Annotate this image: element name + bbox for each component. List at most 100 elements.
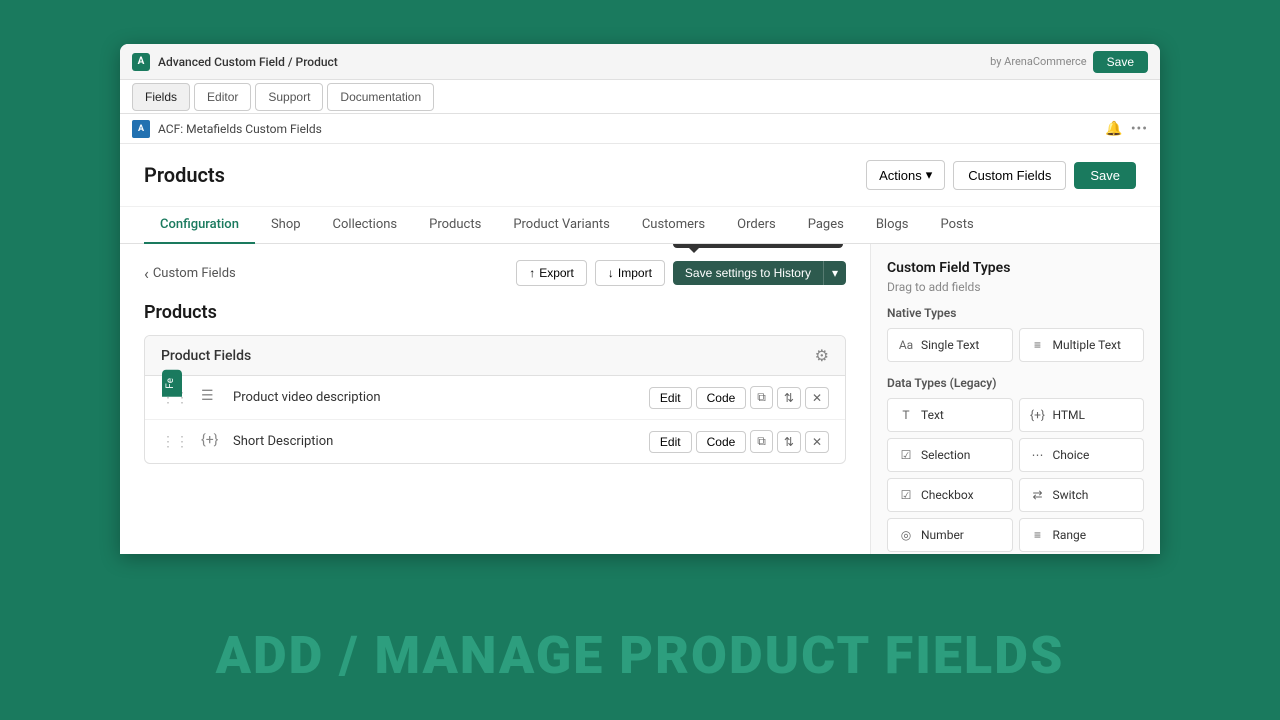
top-bar: A Advanced Custom Field / Product by Are… — [120, 44, 1160, 80]
text-label: Text — [921, 408, 944, 422]
tooltip-popup: ACF: Metafields Custom Fields — [673, 244, 843, 248]
sidebar-tab[interactable]: Fe — [162, 370, 182, 397]
fields-card: Product Fields ⚙ ⋮⋮ ☰ Product video desc… — [144, 335, 846, 464]
top-bar-right: by ArenaCommerce Save — [990, 51, 1148, 73]
field-copy-button-2[interactable]: ⧉ — [750, 430, 773, 453]
multiple-text-label: Multiple Text — [1053, 338, 1121, 352]
field-code-button[interactable]: Code — [696, 387, 747, 409]
field-delete-button-2[interactable]: ✕ — [805, 431, 829, 453]
section-title: Products — [144, 302, 846, 323]
field-code-button-2[interactable]: Code — [696, 431, 747, 453]
save-button-top[interactable]: Save — [1093, 51, 1148, 73]
number-icon: ◎ — [898, 527, 914, 543]
plugin-name: ACF: Metafields Custom Fields — [158, 122, 322, 136]
save-history-button[interactable]: Save settings to History — [673, 261, 823, 285]
save-history-dropdown[interactable]: ▾ — [823, 261, 846, 285]
custom-fields-button[interactable]: Custom Fields — [953, 161, 1066, 190]
left-panel: Custom Fields ↑ Export ↓ Import ACF: Met… — [120, 244, 870, 554]
field-move-button-2[interactable]: ⇅ — [777, 431, 801, 453]
more-options-icon[interactable]: ••• — [1131, 121, 1148, 137]
tab-fields[interactable]: Fields — [132, 83, 190, 111]
save-main-button[interactable]: Save — [1074, 162, 1136, 189]
tab-support[interactable]: Support — [255, 83, 323, 111]
switch-label: Switch — [1053, 488, 1089, 502]
html-label: HTML — [1053, 408, 1086, 422]
sub-tab-blogs[interactable]: Blogs — [860, 207, 925, 244]
nav-tabs-bar: Fields Editor Support Documentation — [120, 80, 1160, 114]
legacy-types-title: Data Types (Legacy) — [887, 376, 1144, 390]
type-range[interactable]: ≡ Range — [1019, 518, 1145, 552]
html-icon: {+} — [1030, 407, 1046, 423]
content-area: Custom Fields ↑ Export ↓ Import ACF: Met… — [120, 244, 1160, 554]
field-move-button[interactable]: ⇅ — [777, 387, 801, 409]
right-panel-subtitle: Drag to add fields — [887, 280, 1144, 294]
actions-button[interactable]: Actions ▾ — [866, 160, 945, 190]
native-types-grid: Aa Single Text ≡ Multiple Text — [887, 328, 1144, 362]
type-text[interactable]: T Text — [887, 398, 1013, 432]
sub-tab-orders[interactable]: Orders — [721, 207, 792, 244]
field-type-icon: ☰ — [201, 388, 221, 408]
plugin-bar: A ACF: Metafields Custom Fields 🔔 ••• — [120, 114, 1160, 144]
right-panel-title: Custom Field Types — [887, 260, 1144, 276]
field-actions: Edit Code ⧉ ⇅ ✕ — [649, 386, 829, 409]
single-text-label: Single Text — [921, 338, 979, 352]
multiple-text-icon: ≡ — [1030, 337, 1046, 353]
number-label: Number — [921, 528, 964, 542]
drag-handle-icon[interactable]: ⋮⋮ — [161, 434, 189, 450]
sub-tab-shop[interactable]: Shop — [255, 207, 317, 244]
type-choice[interactable]: ⋯ Choice — [1019, 438, 1145, 472]
type-single-text[interactable]: Aa Single Text — [887, 328, 1013, 362]
sub-tab-product-variants[interactable]: Product Variants — [497, 207, 626, 244]
header-actions: Actions ▾ Custom Fields Save — [866, 160, 1136, 190]
field-edit-button[interactable]: Edit — [649, 387, 692, 409]
type-number[interactable]: ◎ Number — [887, 518, 1013, 552]
switch-icon: ⇄ — [1030, 487, 1046, 503]
fields-card-title: Product Fields — [161, 348, 251, 364]
import-button[interactable]: ↓ Import — [595, 260, 665, 286]
choice-icon: ⋯ — [1030, 447, 1046, 463]
legacy-types-grid: T Text {+} HTML ☑ Selection ⋯ Choice ☑ — [887, 398, 1144, 552]
bottom-banner: ADD / MANAGE PRODUCT FIELDS — [0, 590, 1280, 720]
choice-label: Choice — [1053, 448, 1090, 462]
bell-icon[interactable]: 🔔 — [1105, 121, 1122, 137]
sub-tab-products[interactable]: Products — [413, 207, 497, 244]
field-delete-button[interactable]: ✕ — [805, 387, 829, 409]
field-row: ⋮⋮ ☰ Product video description Edit Code… — [145, 376, 845, 420]
selection-label: Selection — [921, 448, 970, 462]
save-history-container: ACF: Metafields Custom Fields Save setti… — [673, 261, 846, 285]
field-row: ⋮⋮ {+} Short Description Edit Code ⧉ ⇅ ✕ — [145, 420, 845, 463]
selection-icon: ☑ — [898, 447, 914, 463]
type-html[interactable]: {+} HTML — [1019, 398, 1145, 432]
type-switch[interactable]: ⇄ Switch — [1019, 478, 1145, 512]
action-btns: ↑ Export ↓ Import ACF: Metafields Custom… — [516, 260, 846, 286]
type-multiple-text[interactable]: ≡ Multiple Text — [1019, 328, 1145, 362]
field-edit-button-2[interactable]: Edit — [649, 431, 692, 453]
tab-documentation[interactable]: Documentation — [327, 83, 434, 111]
text-icon: T — [898, 407, 914, 423]
native-types-title: Native Types — [887, 306, 1144, 320]
field-actions: Edit Code ⧉ ⇅ ✕ — [649, 430, 829, 453]
sub-tab-collections[interactable]: Collections — [317, 207, 414, 244]
sub-tab-posts[interactable]: Posts — [925, 207, 990, 244]
sub-tab-customers[interactable]: Customers — [626, 207, 721, 244]
field-copy-button[interactable]: ⧉ — [750, 386, 773, 409]
fields-settings-icon[interactable]: ⚙ — [815, 346, 829, 365]
tab-editor[interactable]: Editor — [194, 83, 251, 111]
plugin-logo: A — [132, 120, 150, 138]
range-label: Range — [1053, 528, 1087, 542]
breadcrumb-row: Custom Fields ↑ Export ↓ Import ACF: Met… — [144, 260, 846, 286]
right-panel: Custom Field Types Drag to add fields Na… — [870, 244, 1160, 554]
browser-window: A Advanced Custom Field / Product by Are… — [120, 44, 1160, 554]
export-button[interactable]: ↑ Export — [516, 260, 587, 286]
type-selection[interactable]: ☑ Selection — [887, 438, 1013, 472]
sub-tab-pages[interactable]: Pages — [792, 207, 860, 244]
sub-tab-configuration[interactable]: Configuration — [144, 207, 255, 244]
page-title: Products — [144, 163, 866, 187]
type-checkbox[interactable]: ☑ Checkbox — [887, 478, 1013, 512]
custom-fields-breadcrumb[interactable]: Custom Fields — [144, 264, 236, 283]
plugin-bar-right: 🔔 ••• — [1105, 121, 1148, 137]
breadcrumb: Advanced Custom Field / Product — [158, 55, 982, 69]
single-text-icon: Aa — [898, 337, 914, 353]
sub-tabs: Configuration Shop Collections Products … — [120, 207, 1160, 244]
export-icon: ↑ — [529, 266, 535, 280]
